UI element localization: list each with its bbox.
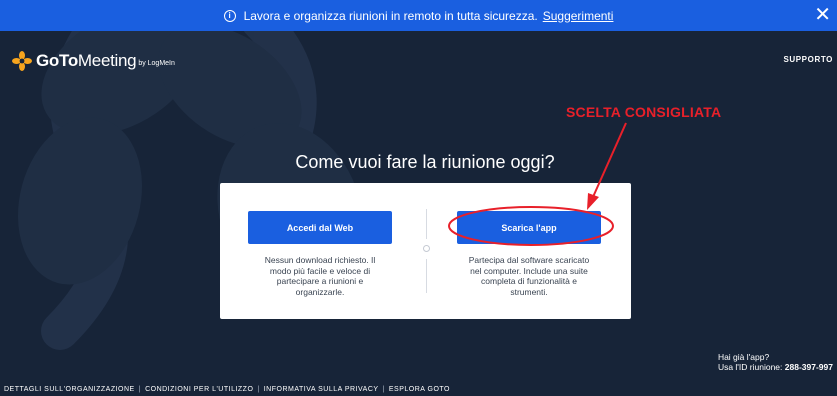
download-app-button[interactable]: Scarica l'app [457,211,601,244]
divider-circle [423,245,430,252]
web-option: Accedi dal Web Nessun download richiesto… [248,211,392,297]
logo-goto-text: GoTo [36,51,78,70]
suggestions-link[interactable]: Suggerimenti [543,9,614,23]
banner-message: Lavora e organizza riunioni in remoto in… [243,8,538,23]
page-title: Come vuoi fare la riunione oggi? [295,152,555,172]
gotomeeting-logo[interactable]: GoTo Meeting by LogMeIn [12,50,175,72]
recommended-choice-annotation: SCELTA CONSIGLIATA [566,104,722,120]
close-icon[interactable]: ✕ [814,4,831,26]
footer-link-organization-details[interactable]: DETTAGLI SULL'ORGANIZZAZIONE [4,386,135,393]
join-from-web-button[interactable]: Accedi dal Web [248,211,392,244]
footer-separator: | [257,386,260,393]
logo-meeting-text: Meeting [77,51,137,70]
app-option: Scarica l'app Partecipa dal software sca… [457,211,601,297]
footer-link-privacy[interactable]: INFORMATIVA SULLA PRIVACY [264,386,379,393]
meeting-id-prompt: Usa l'ID riunione: [717,362,783,372]
divider-line-top [426,209,427,239]
logo-by-logmein: by LogMeIn [138,59,175,67]
footer-link-terms[interactable]: CONDIZIONI PER L'UTILIZZO [145,386,253,393]
info-icon: i [223,9,236,22]
footer-links: DETTAGLI SULL'ORGANIZZAZIONE | CONDIZIONI … [4,386,450,393]
meeting-id-hint: Hai già l'app? Usa l'ID riunione: 288-39… [718,352,833,372]
web-option-description: Nessun download richiesto. Il modo più f… [264,255,376,297]
footer-separator: | [382,386,385,393]
footer-separator: | [138,386,142,393]
divider-line-bottom [426,259,427,293]
join-options-card: Accedi dal Web Nessun download richiesto… [220,183,631,319]
support-link[interactable]: SUPPORTO [783,55,833,64]
meeting-id-line: Usa l'ID riunione: 288-397-997 [718,362,833,372]
has-app-question: Hai già l'app? [717,352,770,362]
app-option-description: Partecipa dal software scaricato nel com… [468,255,590,297]
footer-link-explore-goto[interactable]: ESPLORA GOTO [389,386,450,393]
logo-flower-icon [12,51,32,71]
top-banner: i Lavora e organizza riunioni in remoto … [0,0,837,31]
meeting-id-value: 288-397-997 [784,362,833,372]
